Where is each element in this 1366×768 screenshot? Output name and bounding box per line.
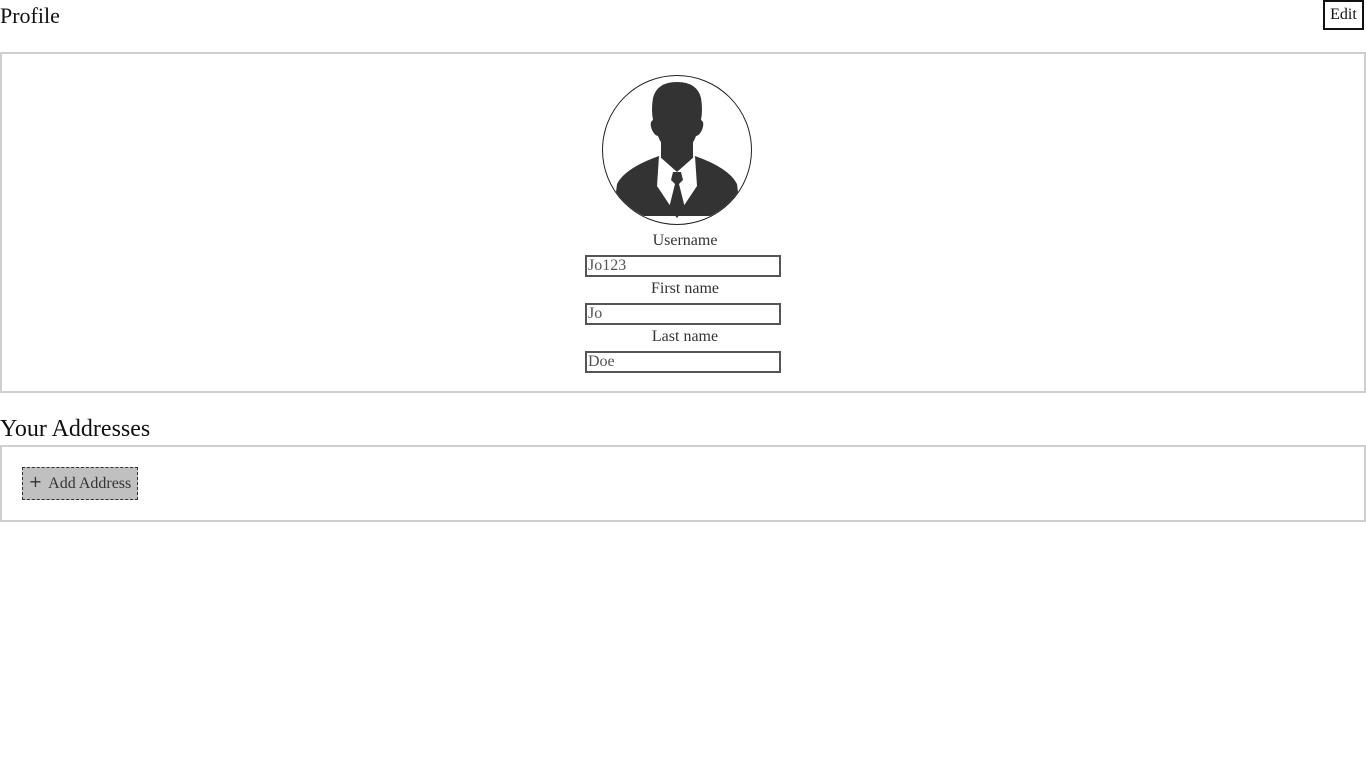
- profile-page: Profile Edit Username First name Last na…: [0, 0, 1366, 768]
- edit-button[interactable]: Edit: [1323, 0, 1364, 30]
- last-name-field[interactable]: [585, 351, 781, 373]
- profile-card: Username First name Last name: [0, 52, 1366, 393]
- add-address-label: Add Address: [48, 474, 132, 492]
- add-address-button[interactable]: + Add Address: [22, 467, 138, 500]
- plus-icon: +: [28, 471, 43, 491]
- addresses-card: + Add Address: [0, 445, 1366, 522]
- last-name-label: Last name: [651, 328, 719, 345]
- username-label: Username: [652, 232, 718, 249]
- avatar: [602, 75, 752, 225]
- username-field[interactable]: [585, 255, 781, 277]
- first-name-field[interactable]: [585, 303, 781, 325]
- page-header: Profile Edit: [0, 0, 1366, 34]
- addresses-title: Your Addresses: [0, 416, 151, 442]
- first-name-label: First name: [651, 280, 719, 297]
- user-silhouette-icon: [613, 82, 741, 218]
- page-title: Profile: [0, 3, 60, 28]
